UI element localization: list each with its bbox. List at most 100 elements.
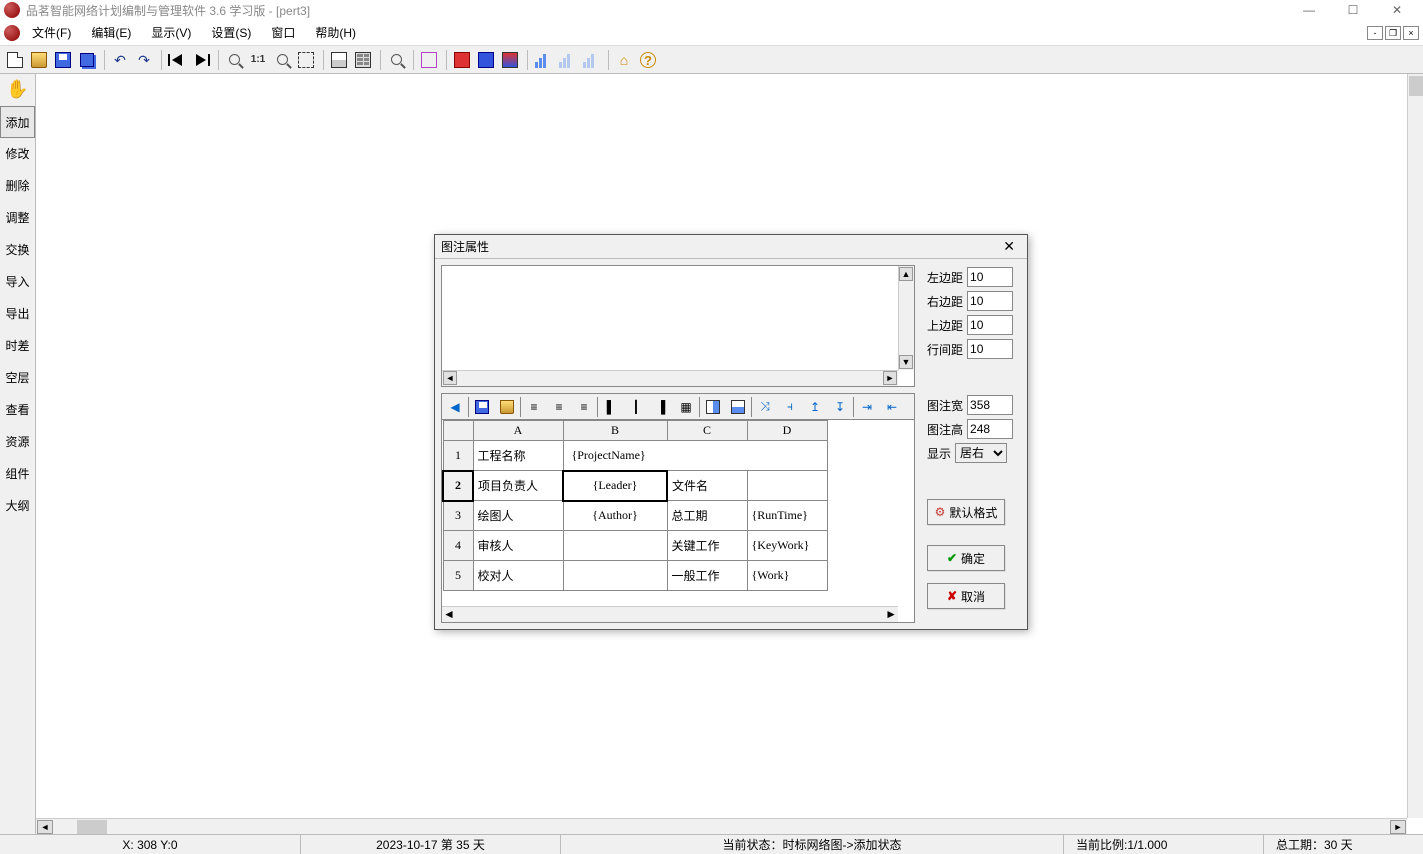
top-margin-input[interactable] bbox=[967, 315, 1013, 335]
col-header-c[interactable]: C bbox=[667, 421, 747, 441]
undo-button[interactable]: ↶ bbox=[109, 49, 131, 71]
save-all-button[interactable] bbox=[76, 49, 98, 71]
menu-settings[interactable]: 设置(S) bbox=[203, 21, 259, 44]
chart3-button[interactable] bbox=[580, 49, 602, 71]
menu-file[interactable]: 文件(F) bbox=[24, 21, 79, 44]
scroll-right-icon[interactable]: ► bbox=[1390, 820, 1406, 834]
border-a-icon[interactable]: ▦ bbox=[674, 396, 698, 418]
zoom-11-button[interactable]: 1:1 bbox=[247, 49, 269, 71]
preview-button[interactable] bbox=[385, 49, 407, 71]
left-margin-input[interactable] bbox=[967, 267, 1013, 287]
redo-button[interactable]: ↷ bbox=[133, 49, 155, 71]
first-button[interactable] bbox=[166, 49, 188, 71]
grid-button[interactable] bbox=[418, 49, 440, 71]
border-l-icon[interactable]: ▌ bbox=[599, 396, 623, 418]
component-tool[interactable]: 组件 bbox=[0, 458, 35, 490]
minimize-button[interactable]: — bbox=[1287, 0, 1331, 20]
legend-grid[interactable]: A B C D 1 工程名称 {ProjectName} bbox=[441, 419, 915, 623]
open-button[interactable] bbox=[28, 49, 50, 71]
resource-tool[interactable]: 资源 bbox=[0, 426, 35, 458]
border-m-icon[interactable]: ┃ bbox=[624, 396, 648, 418]
hand-tool[interactable]: ✋ bbox=[0, 74, 35, 106]
maximize-button[interactable]: ☐ bbox=[1331, 0, 1375, 20]
close-button[interactable]: ✕ bbox=[1375, 0, 1419, 20]
del-icon[interactable]: ↧ bbox=[828, 396, 852, 418]
save-button[interactable] bbox=[52, 49, 74, 71]
addcol-icon[interactable]: ⇥ bbox=[855, 396, 879, 418]
chart2-button[interactable] bbox=[556, 49, 578, 71]
canvas-vscrollbar[interactable] bbox=[1407, 74, 1423, 818]
merge-icon[interactable]: ⤨ bbox=[753, 396, 777, 418]
menu-edit[interactable]: 编辑(E) bbox=[83, 21, 139, 44]
split-icon[interactable]: ⫞ bbox=[778, 396, 802, 418]
export-tool[interactable]: 导出 bbox=[0, 298, 35, 330]
preview-hscroll[interactable]: ◄ ► bbox=[442, 370, 898, 386]
col-header-b[interactable]: B bbox=[563, 421, 667, 441]
new-button[interactable] bbox=[4, 49, 26, 71]
scroll-down-icon[interactable]: ▼ bbox=[899, 355, 913, 369]
calc-button[interactable] bbox=[352, 49, 374, 71]
dialog-close-button[interactable]: ✕ bbox=[997, 238, 1021, 255]
menu-view[interactable]: 显示(V) bbox=[143, 21, 199, 44]
zoom-fit-button[interactable] bbox=[295, 49, 317, 71]
menu-window[interactable]: 窗口 bbox=[263, 21, 303, 44]
modify-tool[interactable]: 修改 bbox=[0, 138, 35, 170]
adjust-tool[interactable]: 调整 bbox=[0, 202, 35, 234]
help-button[interactable]: ? bbox=[637, 49, 659, 71]
add-tool[interactable]: 添加 bbox=[0, 106, 35, 138]
legend-height-input[interactable] bbox=[967, 419, 1013, 439]
align-right-icon[interactable]: ≡ bbox=[572, 396, 596, 418]
swap-tool[interactable]: 交换 bbox=[0, 234, 35, 266]
col-header-a[interactable]: A bbox=[473, 421, 563, 441]
align-center-icon[interactable]: ≡ bbox=[547, 396, 571, 418]
ok-button[interactable]: ✔ 确定 bbox=[927, 545, 1005, 571]
view-red-button[interactable] bbox=[451, 49, 473, 71]
line-spacing-input[interactable] bbox=[967, 339, 1013, 359]
mdi-close[interactable]: × bbox=[1403, 26, 1419, 40]
col-icon[interactable] bbox=[701, 396, 725, 418]
scroll-left-icon[interactable]: ◄ bbox=[443, 607, 455, 621]
canvas-hscrollbar[interactable]: ◄ ► bbox=[36, 818, 1407, 834]
scroll-left-icon[interactable]: ◄ bbox=[37, 820, 53, 834]
last-button[interactable] bbox=[190, 49, 212, 71]
scroll-left-icon[interactable]: ◄ bbox=[443, 371, 457, 385]
table-button[interactable] bbox=[328, 49, 350, 71]
display-select[interactable]: 居右 bbox=[955, 443, 1007, 463]
delete-tool[interactable]: 删除 bbox=[0, 170, 35, 202]
menu-help[interactable]: 帮助(H) bbox=[307, 21, 364, 44]
default-format-button[interactable]: ⚙ 默认格式 bbox=[927, 499, 1005, 525]
back-icon[interactable]: ◀ bbox=[443, 396, 467, 418]
mdi-minimize[interactable]: - bbox=[1367, 26, 1383, 40]
dialog-titlebar[interactable]: 图注属性 ✕ bbox=[435, 235, 1027, 259]
preview-vscroll[interactable]: ▲ ▼ bbox=[898, 266, 914, 370]
home-button[interactable]: ⌂ bbox=[613, 49, 635, 71]
col-header-d[interactable]: D bbox=[747, 421, 827, 441]
scroll-right-icon[interactable]: ► bbox=[885, 607, 897, 621]
view-blue-button[interactable] bbox=[475, 49, 497, 71]
grid-hscroll[interactable]: ◄ ► bbox=[442, 606, 898, 622]
view-grad-button[interactable] bbox=[499, 49, 521, 71]
view-tool[interactable]: 查看 bbox=[0, 394, 35, 426]
scroll-up-icon[interactable]: ▲ bbox=[899, 267, 913, 281]
slack-tool[interactable]: 时差 bbox=[0, 330, 35, 362]
drawing-canvas[interactable]: ◄ ► 图注属性 ✕ ▲ ▼ ◄ ► bbox=[36, 74, 1423, 834]
mdi-restore[interactable]: ❐ bbox=[1385, 26, 1401, 40]
legend-width-input[interactable] bbox=[967, 395, 1013, 415]
toolbar-sep bbox=[446, 50, 447, 70]
row-icon[interactable] bbox=[726, 396, 750, 418]
delcol-icon[interactable]: ⇤ bbox=[880, 396, 904, 418]
empty-tool[interactable]: 空层 bbox=[0, 362, 35, 394]
import-tool[interactable]: 导入 bbox=[0, 266, 35, 298]
save-icon[interactable] bbox=[470, 396, 494, 418]
scroll-right-icon[interactable]: ► bbox=[883, 371, 897, 385]
zoom-out-button[interactable] bbox=[223, 49, 245, 71]
ins-icon[interactable]: ↥ bbox=[803, 396, 827, 418]
border-r-icon[interactable]: ▐ bbox=[649, 396, 673, 418]
zoom-in-button[interactable] bbox=[271, 49, 293, 71]
right-margin-input[interactable] bbox=[967, 291, 1013, 311]
cancel-button[interactable]: ✘ 取消 bbox=[927, 583, 1005, 609]
open-icon[interactable] bbox=[495, 396, 519, 418]
chart1-button[interactable] bbox=[532, 49, 554, 71]
outline-tool[interactable]: 大纲 bbox=[0, 490, 35, 522]
align-left-icon[interactable]: ≡ bbox=[522, 396, 546, 418]
